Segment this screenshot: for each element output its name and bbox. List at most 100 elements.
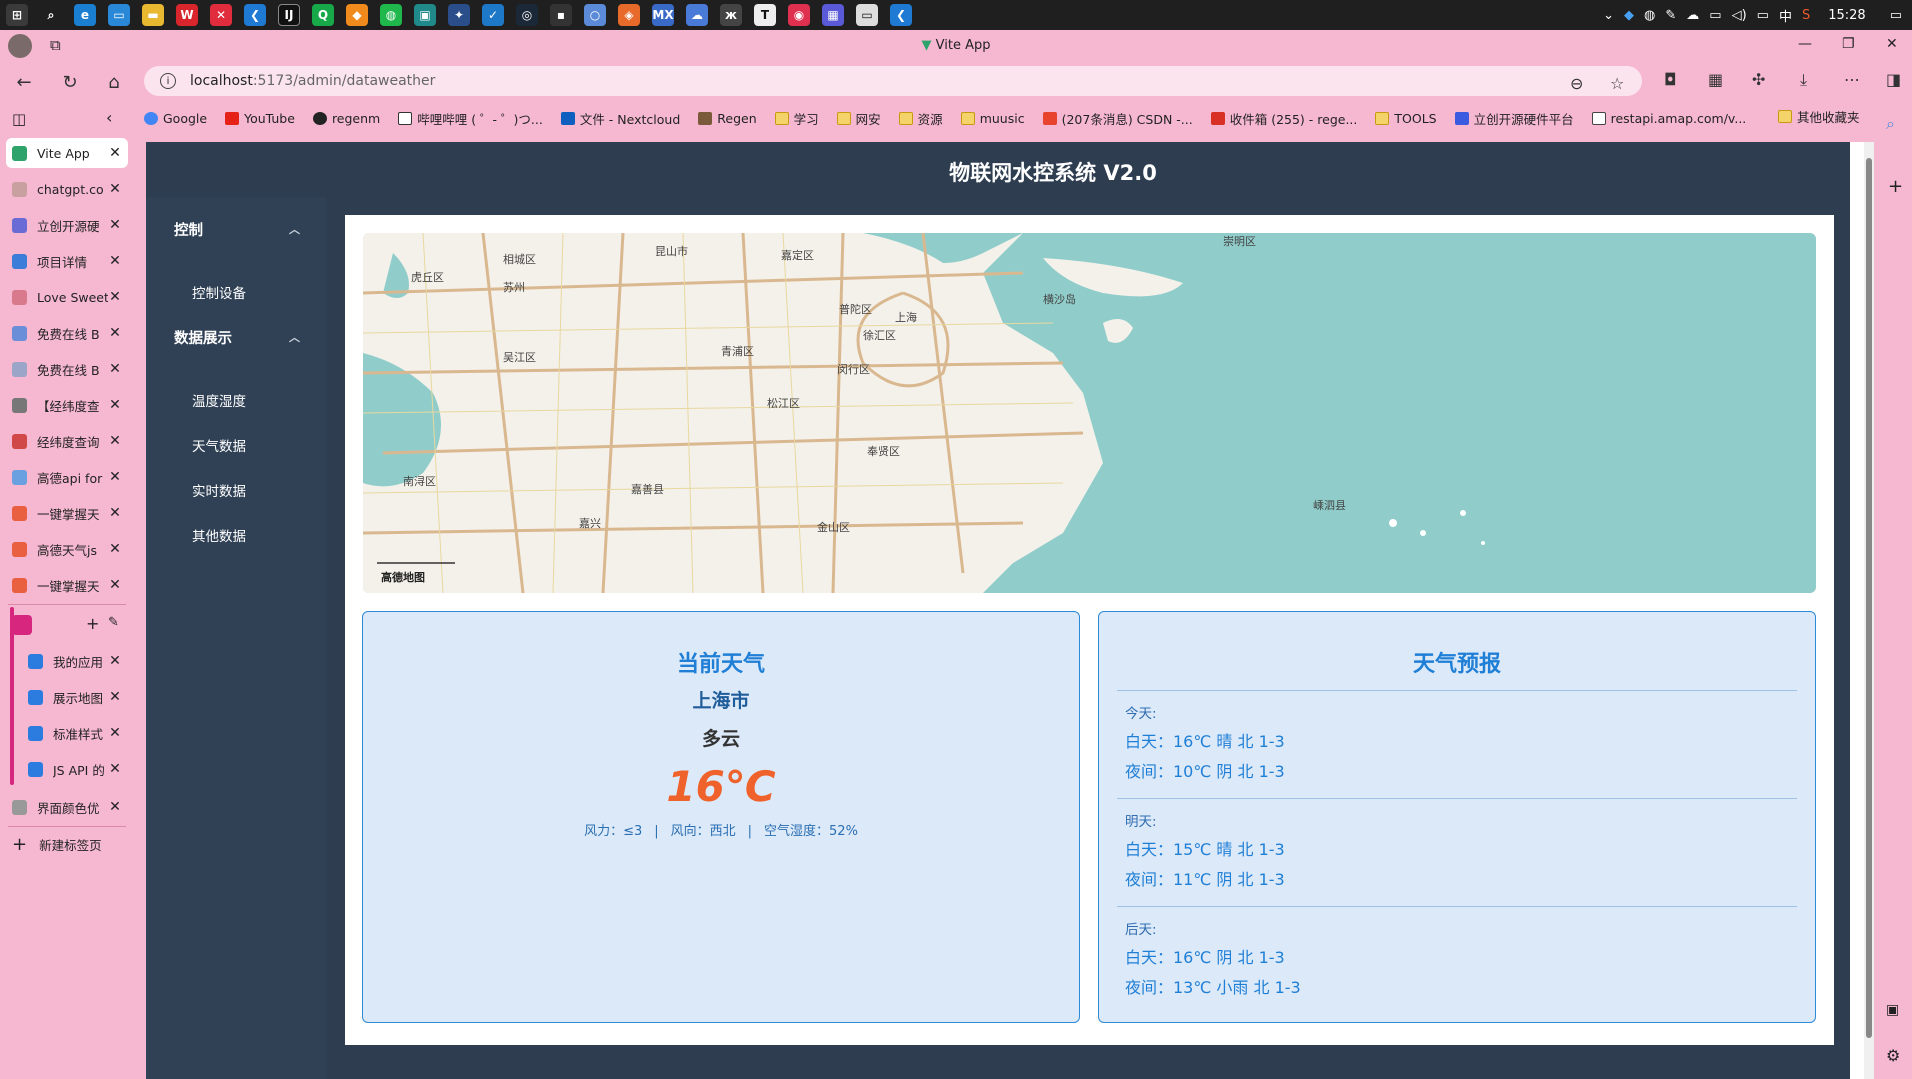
app-check-icon[interactable]: ✓ [482,4,504,26]
browser-tab[interactable]: 经纬度查询 ✕ [6,426,128,456]
group-tab[interactable]: 展示地图 ✕ [22,682,128,712]
battery-icon[interactable]: ▭ [1757,8,1769,23]
close-tab-icon[interactable]: ✕ [108,181,122,197]
sidebar-add-icon[interactable]: + [1888,176,1903,197]
intellij-icon[interactable]: IJ [278,4,300,26]
ime-indicator[interactable]: 中 [1779,6,1792,25]
browser-tab[interactable]: 高德api for ✕ [6,462,128,492]
extension-2-icon[interactable]: ▦ [1708,70,1723,89]
app-circle-icon[interactable]: ○ [584,4,606,26]
app-window-icon[interactable]: ▭ [856,4,878,26]
close-tab-icon[interactable]: ✕ [108,761,122,777]
close-tab-icon[interactable]: ✕ [108,725,122,741]
favorite-star-icon[interactable]: ☆ [1610,74,1624,93]
site-info-icon[interactable]: i [160,73,176,89]
menu-group-control[interactable]: 控制 ︿ [146,201,326,257]
bookmark-amap-api[interactable]: restapi.amap.com/v... [1591,111,1746,126]
wechat-icon[interactable]: ◍ [380,4,402,26]
restore-icon[interactable]: ❐ [1842,36,1855,52]
xmind-icon[interactable]: ✕ [210,4,232,26]
back-button[interactable]: ← [12,70,36,94]
sidebar-search-icon[interactable]: ⌕ [1886,114,1895,134]
app-blue-icon[interactable]: ✦ [448,4,470,26]
group-tab[interactable]: 我的应用 ✕ [22,646,128,676]
close-tab-icon[interactable]: ✕ [108,217,122,233]
app-mx-icon[interactable]: MX [652,4,674,26]
page-scrollbar[interactable] [1864,142,1874,1079]
browser-tab[interactable]: 高德天气js ✕ [6,534,128,564]
bookmark-oshwhub[interactable]: 立创开源硬件平台 [1454,109,1574,128]
more-menu-icon[interactable]: ⋯ [1844,70,1860,89]
bookmark-nextcloud[interactable]: 文件 - Nextcloud [560,109,680,128]
tab-group-edit-icon[interactable]: ✎ [108,615,119,630]
app-butterfly-icon[interactable]: ж [720,4,742,26]
collapse-tabs-icon[interactable]: ‹ [106,108,112,127]
amap-map[interactable]: 虎丘区 相城区 苏州 昆山市 嘉定区 吴江区 青浦区 普陀区 上海 徐汇区 闵行区 松江区 南浔区 嘉善县… [363,233,1816,593]
address-bar[interactable]: i localhost:5173/admin/dataweather ⊖ ☆ [144,66,1642,96]
app-grid-icon[interactable]: ▦ [822,4,844,26]
zoom-icon[interactable]: ⊖ [1570,74,1583,93]
refresh-button[interactable]: ↻ [58,70,82,94]
bookmark-github[interactable]: regenm [312,111,380,126]
map-canvas[interactable]: 虎丘区 相城区苏州 昆山市 嘉定区吴江区 青浦区 普陀区上海徐汇区闵行区松江区南浔区嘉善县… [363,233,1816,593]
windows-start-icon[interactable]: ⊞ [6,4,28,26]
menu-item-weather[interactable]: 天气数据 [146,422,326,467]
app-cloud-icon[interactable]: ☁ [686,4,708,26]
app-fox-icon[interactable]: ◈ [618,4,640,26]
vscode-icon[interactable]: ❮ [244,4,266,26]
close-tab-icon[interactable]: ✕ [108,469,122,485]
downloads-icon[interactable]: ⤓ [1800,70,1807,90]
file-explorer-icon[interactable]: ▬ [142,4,164,26]
browser-tab[interactable]: 【经纬度查 ✕ [6,390,128,420]
sidebar-toggle-icon[interactable]: ◨ [1886,70,1901,89]
tab-group-add-icon[interactable]: + [86,614,99,633]
browser-tab[interactable]: Vite App ✕ [6,138,128,168]
browser-tab[interactable]: 一键掌握天 ✕ [6,570,128,600]
typora-icon[interactable]: T [754,4,776,26]
scrollbar-thumb[interactable] [1866,158,1872,1038]
browser-tab[interactable]: 免费在线 B ✕ [6,318,128,348]
bookmark-folder-study[interactable]: 学习 [774,109,819,128]
chevron-up-icon[interactable]: ⌄ [1603,8,1614,23]
browser-tab[interactable]: 界面颜色优 ✕ [6,792,128,822]
app-dark-icon[interactable]: ▪ [550,4,572,26]
close-window-icon[interactable]: ✕ [1886,36,1898,52]
close-tab-icon[interactable]: ✕ [108,799,122,815]
browser-tab[interactable]: 一键掌握天 ✕ [6,498,128,528]
close-tab-icon[interactable]: ✕ [108,689,122,705]
tab-group-header[interactable]: + ✎ [10,612,128,638]
browser-tab[interactable]: 立创开源硬 ✕ [6,210,128,240]
tray-cat-icon[interactable]: ◍ [1644,8,1655,23]
clock-time[interactable]: 15:28 [1828,8,1865,23]
browser-tab[interactable]: Love Sweet ✕ [6,282,128,312]
qq-icon[interactable]: Q [312,4,334,26]
menu-item-other[interactable]: 其他数据 [146,512,326,557]
close-tab-icon[interactable]: ✕ [108,653,122,669]
browser-tab[interactable]: chatgpt.co ✕ [6,174,128,204]
sidebar-screen-icon[interactable]: ▣ [1886,1002,1899,1018]
tray-app-icon[interactable]: ◆ [1624,8,1634,23]
bookmark-google[interactable]: Google [144,111,207,126]
group-tab[interactable]: JS API 的 ✕ [22,754,128,784]
bookmark-youtube[interactable]: YouTube [225,111,295,126]
close-tab-icon[interactable]: ✕ [108,541,122,557]
app-red-icon[interactable]: ◉ [788,4,810,26]
bookmark-folder-security[interactable]: 网安 [836,109,881,128]
home-button[interactable]: ⌂ [102,70,126,94]
new-tab-button[interactable]: + 新建标签页 [12,834,102,855]
bookmark-csdn[interactable]: (207条消息) CSDN -... [1042,109,1193,128]
extension-1-icon[interactable]: ◘ [1664,70,1677,89]
extensions-icon[interactable]: ✣ [1752,70,1765,89]
wps-icon[interactable]: W [176,4,198,26]
bookmark-folder-resources[interactable]: 资源 [898,109,943,128]
sogou-icon[interactable]: S [1802,8,1810,23]
tray-pen-icon[interactable]: ✎ [1665,8,1676,23]
bookmark-folder-muusic[interactable]: muusic [960,111,1025,126]
vscode-2-icon[interactable]: ❮ [890,4,912,26]
notification-icon[interactable]: ▭ [1890,8,1902,23]
menu-group-data-display[interactable]: 数据展示 ︿ [146,309,326,365]
menu-item-realtime[interactable]: 实时数据 [146,467,326,512]
bookmark-other-favorites[interactable]: 其他收藏夹 [1778,107,1860,126]
close-tab-icon[interactable]: ✕ [108,289,122,305]
menu-item-control-device[interactable]: 控制设备 [146,269,326,314]
